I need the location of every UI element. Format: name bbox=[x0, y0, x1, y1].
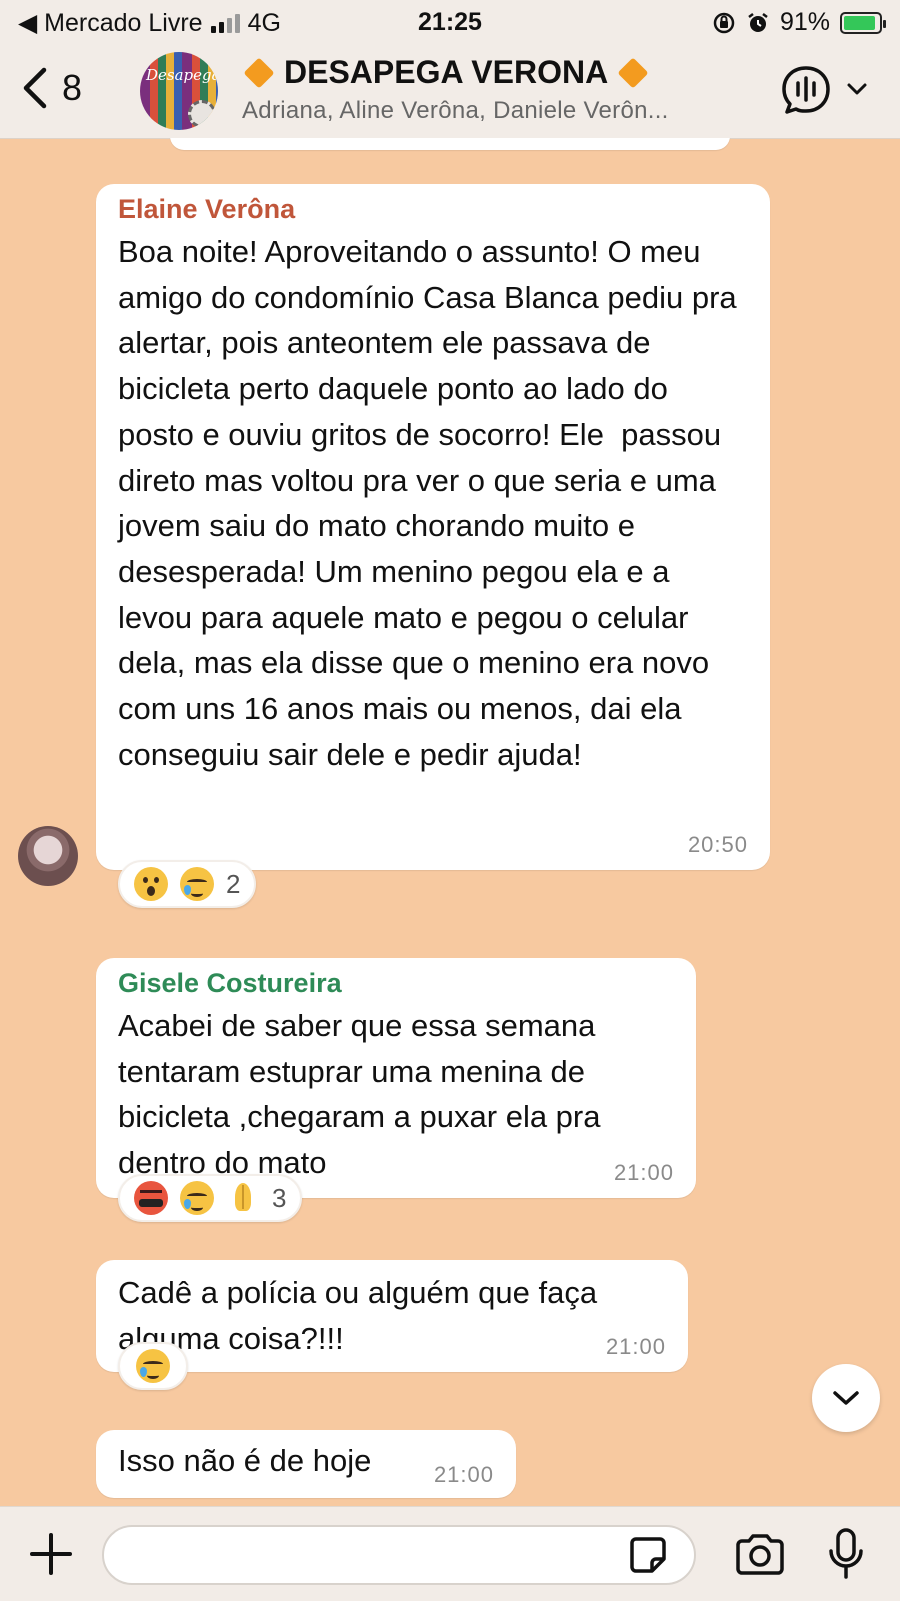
orange-diamond-icon bbox=[617, 56, 649, 89]
message-composer bbox=[0, 1506, 900, 1601]
crying-face-icon bbox=[180, 867, 214, 901]
message-time: 21:00 bbox=[605, 1334, 666, 1359]
plus-icon[interactable] bbox=[28, 1531, 74, 1577]
previous-message-bubble bbox=[170, 138, 730, 150]
crying-face-icon bbox=[180, 1181, 214, 1215]
message-text: Boa noite! Aproveitando o assunto! O meu… bbox=[118, 234, 746, 772]
sender-avatar[interactable] bbox=[18, 826, 78, 886]
message-time: 21:00 bbox=[433, 1462, 494, 1487]
message-text: Cadê a polícia ou alguém que faça alguma… bbox=[118, 1275, 606, 1356]
battery-fill bbox=[844, 15, 875, 30]
message-reactions[interactable]: 2 bbox=[118, 860, 257, 908]
group-info[interactable]: DESAPEGA VERONA Adriana, Aline Verôna, D… bbox=[242, 54, 712, 125]
message-time: 20:50 bbox=[687, 832, 748, 857]
scroll-to-bottom-button[interactable] bbox=[812, 1364, 880, 1432]
message-text: Acabei de saber que essa semana tentaram… bbox=[118, 1008, 610, 1181]
status-bar: ◀ Mercado Livre 4G 21:25 91% bbox=[0, 0, 900, 44]
chevron-left-icon bbox=[23, 67, 47, 109]
microphone-icon[interactable] bbox=[826, 1527, 866, 1581]
status-right: 91% bbox=[712, 8, 886, 37]
back-button[interactable]: 8 bbox=[22, 66, 82, 110]
group-avatar-logo: Desapega bbox=[146, 66, 218, 84]
voice-chat-icon[interactable] bbox=[780, 64, 832, 116]
group-members: Adriana, Aline Verôna, Daniele Verôn... bbox=[242, 97, 669, 124]
message-reactions[interactable] bbox=[118, 1342, 188, 1390]
orange-diamond-icon bbox=[243, 56, 275, 89]
chat-header: 8 Desapega DESAPEGA VERONA Adriana, Alin… bbox=[0, 44, 900, 139]
status-ring-icon bbox=[188, 100, 216, 128]
group-name: DESAPEGA VERONA bbox=[284, 54, 609, 90]
camera-icon[interactable] bbox=[734, 1533, 786, 1575]
message-bubble[interactable]: Gisele Costureira Acabei de saber que es… bbox=[96, 958, 696, 1198]
surprised-face-icon bbox=[134, 867, 168, 901]
message-reactions[interactable]: 3 bbox=[118, 1174, 303, 1222]
unread-count: 8 bbox=[62, 67, 83, 108]
alarm-icon bbox=[748, 12, 768, 32]
group-title: DESAPEGA VERONA bbox=[242, 54, 712, 91]
message-sender[interactable]: Gisele Costureira bbox=[118, 968, 674, 999]
group-avatar[interactable]: Desapega bbox=[140, 52, 218, 130]
message-input[interactable] bbox=[102, 1525, 696, 1585]
message-bubble[interactable]: Elaine Verôna Boa noite! Aproveitando o … bbox=[96, 184, 770, 870]
chat-area[interactable]: Elaine Verôna Boa noite! Aproveitando o … bbox=[0, 138, 900, 1506]
reaction-count: 2 bbox=[226, 868, 241, 899]
reaction-count: 3 bbox=[272, 1182, 287, 1213]
message-time: 21:00 bbox=[613, 1160, 674, 1185]
battery-icon bbox=[840, 11, 886, 34]
message-sender[interactable]: Elaine Verôna bbox=[118, 194, 748, 225]
angry-face-icon bbox=[134, 1181, 168, 1215]
battery-percent: 91% bbox=[779, 8, 830, 36]
sticker-icon[interactable] bbox=[628, 1535, 668, 1575]
message-bubble[interactable]: Isso não é de hoje 21:00 bbox=[96, 1430, 516, 1498]
crying-face-icon bbox=[136, 1349, 170, 1383]
chevron-down-icon bbox=[833, 1391, 859, 1405]
praying-hands-icon bbox=[226, 1181, 260, 1215]
orientation-lock-icon bbox=[713, 12, 735, 33]
chevron-down-icon[interactable] bbox=[846, 82, 868, 96]
